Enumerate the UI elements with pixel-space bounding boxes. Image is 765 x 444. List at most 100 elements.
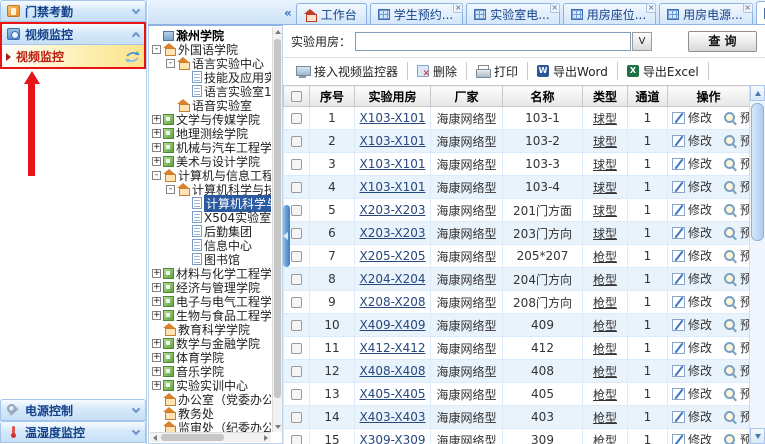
row-checkbox[interactable]	[291, 389, 302, 400]
room-link[interactable]: X309-X309	[360, 433, 426, 444]
room-link[interactable]: X203-X203	[360, 203, 426, 217]
edit-action[interactable]: 修改	[672, 155, 712, 172]
room-link[interactable]: X204-X204	[360, 272, 426, 286]
preview-action[interactable]: 预览	[724, 270, 749, 287]
tab[interactable]: 学生预约... ×	[370, 3, 463, 24]
close-icon[interactable]: ×	[453, 3, 463, 13]
preview-action[interactable]: 预览	[724, 408, 749, 425]
room-link[interactable]: X205-X205	[360, 249, 426, 263]
edit-action[interactable]: 修改	[672, 431, 712, 444]
room-link[interactable]: X403-X403	[360, 410, 426, 424]
preview-action[interactable]: 预览	[724, 109, 749, 126]
query-button[interactable]: 查 询	[688, 31, 757, 52]
refresh-icon[interactable]	[125, 51, 140, 63]
tree-toggle[interactable]: -	[152, 171, 161, 180]
toolbar-button[interactable]: 接入视频监控器	[287, 62, 408, 80]
sidebar-section-door-access[interactable]: 门禁考勤	[0, 0, 146, 22]
tab[interactable]: 视频监控 ×	[756, 1, 765, 24]
toolbar-button[interactable]: 导出Word	[528, 62, 618, 80]
chevron-down-icon[interactable]	[132, 426, 140, 434]
room-link[interactable]: X408-X408	[360, 364, 426, 378]
room-link[interactable]: X103-X101	[360, 111, 426, 125]
preview-action[interactable]: 预览	[724, 155, 749, 172]
preview-action[interactable]: 预览	[724, 201, 749, 218]
preview-action[interactable]: 预览	[724, 132, 749, 149]
preview-action[interactable]: 预览	[724, 316, 749, 333]
tree-toggle[interactable]: -	[166, 185, 175, 194]
tree-toggle[interactable]: +	[152, 381, 161, 390]
tab[interactable]: 工作台	[296, 3, 367, 24]
room-link[interactable]: X103-X101	[360, 134, 426, 148]
tree-toggle[interactable]: +	[152, 143, 161, 152]
preview-action[interactable]: 预览	[724, 293, 749, 310]
sidebar-item-video-monitor[interactable]: 视频监控	[0, 45, 146, 68]
preview-action[interactable]: 预览	[724, 224, 749, 241]
room-search-input[interactable]	[355, 32, 631, 51]
toolbar-button[interactable]: 导出Excel	[618, 62, 709, 80]
tree-toggle[interactable]: +	[152, 157, 161, 166]
edit-action[interactable]: 修改	[672, 247, 712, 264]
tree-toggle[interactable]: +	[152, 115, 161, 124]
room-link[interactable]: X103-X101	[360, 180, 426, 194]
tab[interactable]: 用房座位... ×	[563, 3, 656, 24]
row-checkbox[interactable]	[291, 136, 302, 147]
tree-horizontal-scrollbar[interactable]	[150, 432, 271, 442]
scroll-up-icon[interactable]	[275, 30, 281, 34]
preview-action[interactable]: 预览	[724, 385, 749, 402]
room-link[interactable]: X103-X101	[360, 157, 426, 171]
edit-action[interactable]: 修改	[672, 293, 712, 310]
tab[interactable]: 用房电源... ×	[659, 3, 752, 24]
tree-toggle[interactable]: +	[152, 129, 161, 138]
room-link[interactable]: X203-X203	[360, 226, 426, 240]
table-vertical-scrollbar[interactable]	[749, 85, 765, 444]
preview-action[interactable]: 预览	[724, 431, 749, 444]
tab[interactable]: 实验室电... ×	[466, 3, 559, 24]
edit-action[interactable]: 修改	[672, 408, 712, 425]
tree-toggle[interactable]: -	[152, 45, 161, 54]
tree-toggle[interactable]: +	[152, 339, 161, 348]
splitter-collapse-handle[interactable]	[283, 205, 290, 267]
row-checkbox[interactable]	[291, 412, 302, 423]
preview-action[interactable]: 预览	[724, 362, 749, 379]
edit-action[interactable]: 修改	[672, 224, 712, 241]
room-link[interactable]: X412-X412	[360, 341, 426, 355]
row-checkbox[interactable]	[291, 113, 302, 124]
edit-action[interactable]: 修改	[672, 362, 712, 379]
scroll-down-icon[interactable]	[275, 425, 281, 429]
tree-vertical-scrollbar[interactable]	[272, 27, 282, 432]
edit-action[interactable]: 修改	[672, 339, 712, 356]
chevron-up-icon[interactable]	[132, 31, 140, 39]
edit-action[interactable]: 修改	[672, 316, 712, 333]
edit-action[interactable]: 修改	[672, 178, 712, 195]
row-checkbox[interactable]	[291, 366, 302, 377]
scrollbar-thumb[interactable]	[161, 434, 224, 441]
chevron-down-icon[interactable]	[132, 404, 140, 412]
row-checkbox[interactable]	[291, 251, 302, 262]
tree-toggle[interactable]: +	[152, 367, 161, 376]
scroll-right-icon[interactable]	[264, 435, 268, 441]
tab-scroll-left-icon[interactable]: «	[284, 6, 292, 20]
toolbar-button[interactable]: 打印	[467, 62, 528, 80]
select-all-checkbox[interactable]	[291, 91, 302, 102]
sidebar-section-power-control[interactable]: 电源控制	[0, 399, 146, 421]
preview-action[interactable]: 预览	[724, 178, 749, 195]
dropdown-button[interactable]: V	[632, 32, 652, 51]
tree-toggle[interactable]: +	[152, 353, 161, 362]
tree-toggle[interactable]: +	[152, 283, 161, 292]
scroll-left-icon[interactable]	[153, 435, 157, 441]
edit-action[interactable]: 修改	[672, 201, 712, 218]
row-checkbox[interactable]	[291, 159, 302, 170]
row-checkbox[interactable]	[291, 297, 302, 308]
preview-action[interactable]: 预览	[724, 339, 749, 356]
row-checkbox[interactable]	[291, 320, 302, 331]
edit-action[interactable]: 修改	[672, 109, 712, 126]
row-checkbox[interactable]	[291, 274, 302, 285]
close-icon[interactable]: ×	[550, 3, 560, 13]
tree-toggle[interactable]: +	[152, 269, 161, 278]
edit-action[interactable]: 修改	[672, 132, 712, 149]
room-link[interactable]: X405-X405	[360, 387, 426, 401]
scroll-up-icon[interactable]	[750, 85, 765, 101]
tree-toggle[interactable]: +	[152, 311, 161, 320]
close-icon[interactable]: ×	[646, 3, 656, 13]
sidebar-section-video-monitor[interactable]: 视频监控	[0, 23, 146, 45]
